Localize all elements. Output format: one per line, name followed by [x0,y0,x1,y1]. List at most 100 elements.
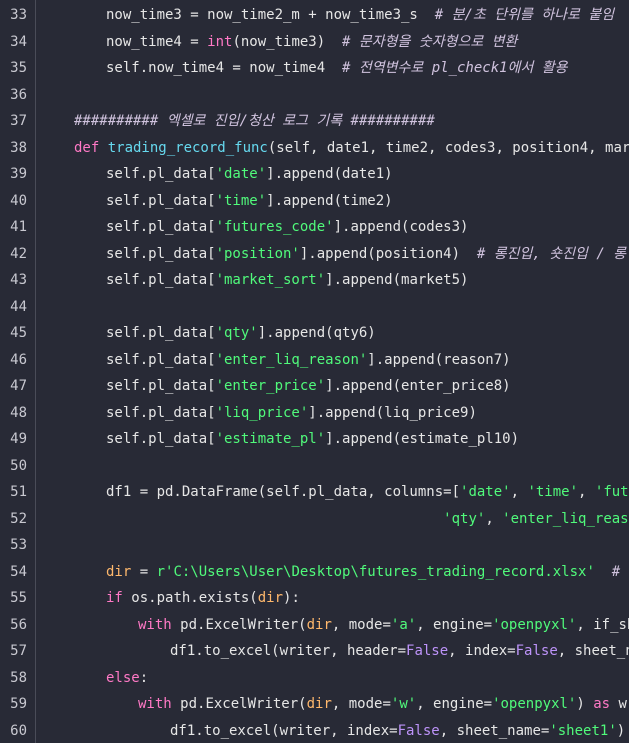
line-number: 41 [10,219,27,235]
code-token: self.pl_data[ [106,219,216,235]
code-token: self.pl_data[ [106,166,216,182]
line-number: 49 [10,431,27,447]
code-line[interactable]: 54 dir = r'C:\Users\User\Desktop\futures_… [0,559,629,586]
line-number: 33 [10,7,27,23]
code-token: self.now_time4 = now_time4 [106,60,343,76]
line-code: self.pl_data['futures_code'].append(code… [106,214,468,241]
code-token: (now_time3) [232,33,343,50]
code-line[interactable]: 37 ########## 엑셀로 진입/청산 로그 기록 ########## [0,108,629,135]
code-token: : [139,669,149,686]
code-line[interactable]: 50 [0,453,629,480]
line-number: 60 [10,722,27,739]
code-line[interactable]: 60 df1.to_excel(writer, index=False, shee… [0,718,629,743]
code-token: , mode= [331,696,391,712]
code-line[interactable]: 40 self.pl_data['time'].append(time2) [0,188,629,215]
line-number: 51 [10,484,27,500]
code-token: ].append(date1) [266,166,393,182]
code-line[interactable]: 44 [0,294,629,321]
line-number: 58 [10,669,27,686]
code-line[interactable]: 55 if os.path.exists(dir): [0,585,629,612]
code-token: with [138,616,181,633]
code-line[interactable]: 43 self.pl_data['market_sort'].append(mar… [0,267,629,294]
code-line[interactable]: 38 def trading_record_func(self, date1, t… [0,135,629,162]
line-number: 43 [10,272,27,288]
code-token: False [515,643,558,659]
line-code: ########## 엑셀로 진입/청산 로그 기록 ########## [74,108,435,135]
code-token: , mode= [331,616,391,633]
line-code: self.pl_data['time'].append(time2) [106,188,393,215]
line-number: 52 [10,510,27,527]
code-line[interactable]: 57 df1.to_excel(writer, header=False, ind… [0,638,629,665]
code-token: dir [106,563,132,580]
code-line[interactable]: 35 self.now_time4 = now_time4 # 전역변수로 pl_… [0,55,629,82]
line-code: self.now_time4 = now_time4 # 전역변수로 pl_ch… [106,55,568,82]
line-number: 36 [10,86,27,103]
code-token: , engine= [416,616,493,633]
line-number: 37 [10,113,27,129]
code-token: self.pl_data[ [106,272,216,288]
line-number: 47 [10,378,27,394]
code-line[interactable]: 41 self.pl_data['futures_code'].append(co… [0,214,629,241]
code-token: write [618,696,629,712]
line-code: self.pl_data['position'].append(position… [106,241,626,268]
code-token: 'openpyxl' [492,696,577,712]
line-number: 50 [10,457,27,474]
code-line[interactable]: 33 now_time3 = now_time2_m + now_time3_s … [0,2,629,29]
code-line[interactable]: 47 self.pl_data['enter_price'].append(ent… [0,373,629,400]
code-token: ].append(position4) [299,245,477,262]
code-token: now_time3 = now_time2_m + now_time3_s [106,7,435,23]
code-token: 'enter_liq_reason' [215,351,368,368]
code-token: 'liq_price' [215,404,309,421]
code-token: , sheet_name= [439,722,550,739]
code-token: dir [257,590,284,606]
code-token: ].append(market5) [325,272,469,288]
code-token: # 분/초 단위를 하나로 붙임 [434,7,615,23]
code-token: ########## 엑셀로 진입/청산 로그 기록 ########## [74,113,435,129]
code-token: 'futures [594,484,629,500]
code-token: 'estimate_pl' [215,431,326,447]
code-line[interactable]: 51 df1 = pd.DataFrame(self.pl_data, colum… [0,479,629,506]
code-line[interactable]: 34 now_time4 = int(now_time3) # 문자형을 숫자형으… [0,29,629,56]
code-line[interactable]: 58 else: [0,665,629,692]
line-number: 34 [10,33,27,50]
line-code: now_time3 = now_time2_m + now_time3_s # … [106,2,614,29]
line-code: self.pl_data['enter_liq_reason'].append(… [106,347,511,374]
code-line[interactable]: 42 self.pl_data['position'].append(positi… [0,241,629,268]
code-line[interactable]: 46 self.pl_data['enter_liq_reason'].appen… [0,347,629,374]
code-token: 'openpyxl' [492,616,577,633]
code-token: else [106,669,140,686]
line-code: if os.path.exists(dir): [106,585,300,612]
code-token: now_time4 = [106,33,208,50]
line-code: df1.to_excel(writer, index=False, sheet_… [170,718,625,743]
line-code: self.pl_data['estimate_pl'].append(estim… [106,426,519,453]
code-token: (self, date1, time2, codes3, position4, … [267,139,629,156]
code-token: ): [283,590,300,606]
code-token: False [406,643,449,659]
line-code: dir = r'C:\Users\User\Desktop\futures_tr… [106,559,629,586]
line-code: self.pl_data['enter_price'].append(enter… [106,373,511,400]
code-editor[interactable]: 33 now_time3 = now_time2_m + now_time3_s … [0,0,629,743]
line-number: 40 [10,192,27,209]
code-token: ].append(liq_price9) [308,404,477,421]
code-line[interactable]: 49 self.pl_data['estimate_pl'].append(est… [0,426,629,453]
line-code: with pd.ExcelWriter(dir, mode='w', engin… [138,691,629,718]
code-line[interactable]: 39 self.pl_data['date'].append(date1) [0,161,629,188]
code-token: , index= [448,643,516,659]
code-token: self.pl_data[ [106,325,216,341]
line-number: 39 [10,166,27,182]
code-line[interactable]: 45 self.pl_data['qty'].append(qty6) [0,320,629,347]
code-token: r'C:\Users\User\Desktop\futures_trading_… [156,563,595,580]
code-token: int [207,33,233,50]
code-line[interactable]: 56 with pd.ExcelWriter(dir, mode='a', eng… [0,612,629,639]
code-line[interactable]: 53 [0,532,629,559]
code-line[interactable]: 52 'qty', 'enter_liq_reason [0,506,629,533]
code-lines[interactable]: 33 now_time3 = now_time2_m + now_time3_s … [0,2,629,743]
line-number: 57 [10,643,27,659]
code-token: df1.to_excel(writer, index= [170,722,398,739]
code-token: if [106,590,132,606]
code-token: 'enter_price' [215,378,326,394]
code-line[interactable]: 36 [0,82,629,109]
code-line[interactable]: 59 with pd.ExcelWriter(dir, mode='w', eng… [0,691,629,718]
code-line[interactable]: 48 self.pl_data['liq_price'].append(liq_p… [0,400,629,427]
